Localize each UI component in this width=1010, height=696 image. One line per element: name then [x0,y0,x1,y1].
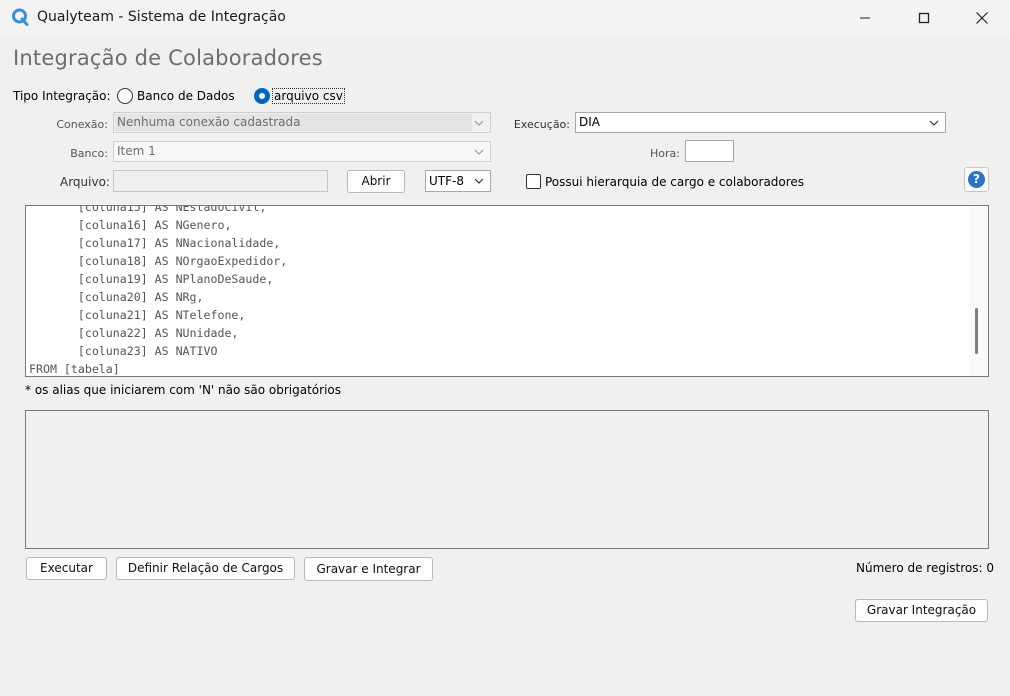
chevron-down-icon [474,178,484,184]
sql-line: [coluna16] AS NGenero, [29,218,232,232]
banco-select[interactable]: Item 1 [113,141,491,162]
hierarquia-checkbox[interactable] [526,174,541,189]
gravar-integracao-button[interactable]: Gravar Integração [855,599,988,622]
window-title: Qualyteam - Sistema de Integração [37,9,286,25]
qualyteam-logo-icon [12,8,29,26]
execucao-select[interactable]: DIA [575,112,946,133]
conexao-select[interactable]: Nenhuma conexão cadastrada [113,112,491,133]
banco-label: Banco: [70,147,108,160]
definir-relacao-cargos-button[interactable]: Definir Relação de Cargos [116,557,295,580]
title-bar: Qualyteam - Sistema de Integração [0,0,1010,36]
sql-line: [coluna19] AS NPlanoDeSaude, [29,272,274,286]
page-title: Integração de Colaboradores [13,46,323,70]
hierarquia-label[interactable]: Possui hierarquia de cargo e colaborador… [545,175,804,189]
encoding-select[interactable]: UTF-8 [425,170,491,192]
radio-banco-de-dados-label[interactable]: Banco de Dados [137,89,235,103]
chevron-down-icon [474,149,484,155]
minimize-icon [860,17,870,19]
close-icon [976,12,988,24]
execucao-label: Execução: [513,118,570,131]
abrir-button[interactable]: Abrir [347,170,405,193]
arquivo-label: Arquivo: [60,175,110,189]
registros-count: 0 [986,561,995,575]
sql-line: [coluna22] AS NUnidade, [29,326,239,340]
hora-label: Hora: [650,147,680,160]
sql-line: [coluna15] AS NEstadoCivil, [29,205,267,214]
radio-arquivo-csv-label[interactable]: arquivo csv [272,88,345,104]
sql-line: [coluna21] AS NTelefone, [29,308,246,322]
radio-banco-de-dados[interactable] [117,88,133,104]
sql-editor[interactable]: [coluna15] AS NEstadoCivil, [coluna16] A… [25,205,989,377]
sql-line: [coluna17] AS NNacionalidade, [29,236,281,250]
help-icon: ? [968,171,985,188]
help-button[interactable]: ? [964,167,989,192]
scrollbar[interactable] [969,206,988,376]
executar-button[interactable]: Executar [26,557,107,580]
tipo-integracao-label: Tipo Integração: [13,89,111,103]
hora-input[interactable] [685,140,734,162]
arquivo-input[interactable] [113,170,328,192]
conexao-value: Nenhuma conexão cadastrada [117,115,301,129]
banco-value: Item 1 [117,144,156,158]
gravar-e-integrar-button[interactable]: Gravar e Integrar [304,557,433,581]
scrollbar-thumb[interactable] [975,308,978,354]
encoding-value: UTF-8 [429,174,464,188]
chevron-down-icon [474,120,484,126]
chevron-down-icon [929,120,939,126]
conexao-label: Conexão: [56,118,108,131]
output-area [25,410,989,549]
sql-code-lines: [coluna15] AS NEstadoCivil, [coluna16] A… [29,205,288,376]
sql-line: [coluna18] AS NOrgaoExpedidor, [29,254,288,268]
close-button[interactable] [953,0,1010,36]
sql-line: [coluna20] AS NRg, [29,290,204,304]
maximize-button[interactable] [895,0,953,36]
maximize-icon [918,12,930,24]
alias-note: * os alias que iniciarem com 'N' não são… [25,383,342,397]
execucao-value: DIA [579,115,600,129]
minimize-button[interactable] [836,0,894,36]
sql-line: FROM [tabela] [29,362,120,376]
registros-label: Número de registros: 0 [856,561,995,575]
radio-arquivo-csv[interactable] [254,88,270,104]
sql-line: [coluna23] AS NATIVO [29,344,218,358]
